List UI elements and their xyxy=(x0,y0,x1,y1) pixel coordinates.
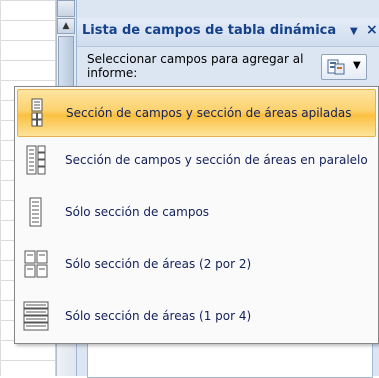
pane-instructions: Seleccionar campos para agregar al infor… xyxy=(87,52,304,80)
side-by-side-sections-icon xyxy=(23,145,49,175)
stacked-sections-icon xyxy=(24,98,50,128)
chevron-down-icon: ▼ xyxy=(353,60,361,71)
menu-item-label: Sección de campos y sección de áreas en … xyxy=(65,153,368,167)
pane-title-bar: Lista de campos de tabla dinámica ▼ × xyxy=(77,18,379,47)
field-layout-button[interactable]: ▼ xyxy=(321,54,367,80)
areas-2x2-icon xyxy=(23,249,49,279)
menu-item-areas-2x2[interactable]: Sólo sección de áreas (2 por 2) xyxy=(17,241,376,289)
menu-item-label: Sólo sección de campos xyxy=(65,205,210,219)
menu-item-label: Sólo sección de áreas (1 por 4) xyxy=(65,309,252,323)
menu-item-areas-1x4[interactable]: Sólo sección de áreas (1 por 4) xyxy=(17,293,376,341)
menu-item-label: Sección de campos y sección de áreas api… xyxy=(66,106,352,120)
field-layout-icon xyxy=(327,59,345,79)
scroll-up-arrow-icon[interactable]: ▲ xyxy=(57,18,75,34)
menu-item-side-by-side[interactable]: Sección de campos y sección de áreas en … xyxy=(17,137,376,185)
menu-item-fields-only[interactable]: Sólo sección de campos xyxy=(17,189,376,237)
scrollbar-top-button[interactable] xyxy=(57,0,75,17)
areas-1x4-icon xyxy=(23,301,49,331)
close-icon[interactable]: × xyxy=(366,22,378,38)
menu-item-stacked[interactable]: Sección de campos y sección de áreas api… xyxy=(17,89,376,137)
menu-item-label: Sólo sección de áreas (2 por 2) xyxy=(65,257,252,271)
fields-only-icon xyxy=(23,197,49,227)
pane-title: Lista de campos de tabla dinámica xyxy=(82,23,337,38)
chevron-down-icon[interactable]: ▼ xyxy=(350,26,358,37)
layout-options-menu: Sección de campos y sección de áreas api… xyxy=(14,86,379,344)
